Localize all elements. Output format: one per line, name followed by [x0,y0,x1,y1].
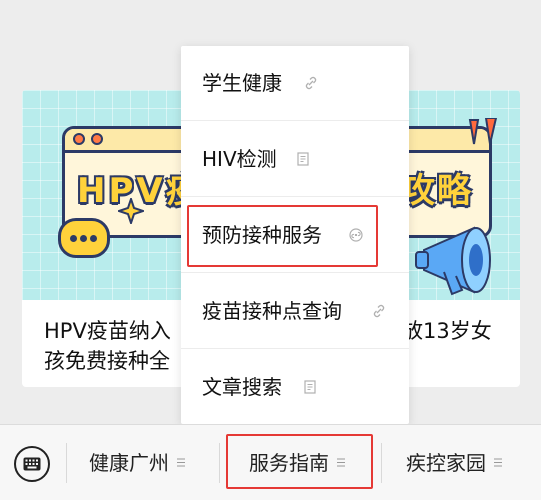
article-icon [297,152,309,166]
chat-bubble-icon [58,218,110,258]
submenu-item-label: 学生健康 [202,71,282,95]
bottom-menu-bar: 健康广州 服务指南 疾控家园 [0,424,541,500]
menu-tab-label: 健康广州 [89,451,169,475]
submenu-item-article-search[interactable]: 文章搜索 [181,350,409,425]
exclamation-icon [468,118,498,145]
article-headline-line2: 孩免费接种全 [44,349,170,373]
submenu-item-vaccination-service[interactable]: 预防接种服务 [181,198,409,273]
article-headline-right: 放13岁女 [402,319,492,343]
banner-title-right: 攻略 [401,171,473,211]
keyboard-icon [23,457,41,471]
submenu-item-label: 预防接种服务 [202,223,322,247]
submenu-item-hiv-test[interactable]: HIV检测 [181,122,409,197]
menu-tab-cdc-home[interactable]: 疾控家园 [406,443,502,483]
megaphone-icon [415,226,491,296]
menu-tab-health-guangzhou[interactable]: 健康广州 [89,443,185,483]
sparkle-icon [118,198,144,224]
submenu-item-label: 疫苗接种点查询 [202,299,342,323]
menu-tab-label: 疾控家园 [406,451,486,475]
menu-lines-icon [177,458,185,467]
link-icon [373,304,385,318]
link-icon [305,76,317,90]
menu-tab-label: 服务指南 [249,451,329,475]
submenu-item-vaccine-site-query[interactable]: 疫苗接种点查询 [181,274,409,349]
submenu-item-student-health[interactable]: 学生健康 [181,46,409,121]
menu-tab-service-guide[interactable]: 服务指南 [249,443,345,483]
service-guide-submenu: 学生健康 HIV检测 预防接种服务 疫苗接种点查询 文章搜索 [181,46,409,424]
miniprogram-icon [349,228,363,242]
menu-lines-icon [494,458,502,467]
keyboard-toggle-button[interactable] [14,446,50,482]
submenu-item-label: 文章搜索 [202,375,282,399]
article-icon [304,380,316,394]
menu-lines-icon [337,458,345,467]
submenu-item-label: HIV检测 [202,147,277,171]
